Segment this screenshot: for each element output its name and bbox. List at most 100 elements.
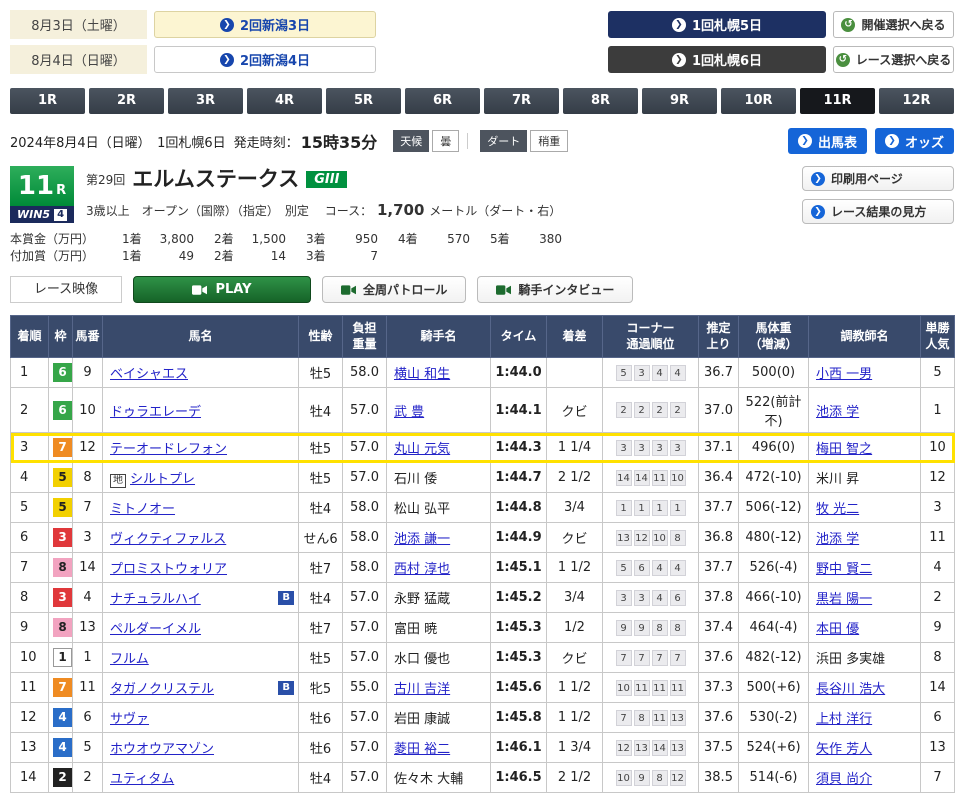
jockey-link[interactable]: 古川 吉洋	[394, 682, 450, 697]
corner-position: 14	[652, 740, 668, 756]
horse-name-link[interactable]: ヴィクティファルス	[110, 532, 226, 547]
jockey-link[interactable]: 西村 淳也	[394, 562, 450, 577]
race-tab-10r[interactable]: 10R	[721, 88, 796, 114]
jockey-cell: 池添 謙一	[387, 523, 491, 553]
corner-order: 9988	[603, 613, 699, 643]
margin: 1 1/2	[547, 673, 603, 703]
horse-name-link[interactable]: ミトノオー	[110, 502, 175, 517]
trainer-cell: 上村 洋行	[809, 703, 921, 733]
trainer-link[interactable]: 池添 学	[816, 532, 859, 547]
trainer-link[interactable]: 池添 学	[816, 405, 859, 420]
table-row: 9813ペルダーイメル牡757.0富田 暁1:45.31/2998837.446…	[11, 613, 955, 643]
finish-position: 10	[11, 643, 49, 673]
prize-value: 49	[148, 249, 194, 263]
meeting-link[interactable]: ❯1回札幌6日	[608, 46, 826, 73]
carried-weight: 57.0	[343, 388, 387, 433]
horse-name-link[interactable]: シルトプレ	[130, 472, 195, 487]
win-popularity: 6	[921, 703, 955, 733]
patrol-video-button[interactable]: 全周パトロール	[322, 276, 466, 303]
horse-name-link[interactable]: サヴァ	[110, 712, 149, 727]
odds-button[interactable]: ❯ オッズ	[875, 128, 954, 154]
trainer-link[interactable]: 矢作 芳人	[816, 742, 872, 757]
horse-name-link[interactable]: タガノクリステル	[110, 682, 214, 697]
horse-number: 4	[73, 583, 103, 613]
corner-position: 3	[652, 440, 668, 456]
play-button[interactable]: PLAY	[133, 276, 311, 303]
finish-position: 1	[11, 358, 49, 388]
race-tab-5r[interactable]: 5R	[326, 88, 401, 114]
local-horse-badge: 地	[110, 474, 126, 488]
race-tab-9r[interactable]: 9R	[642, 88, 717, 114]
return-icon: ↺	[841, 18, 855, 32]
race-tab-8r[interactable]: 8R	[563, 88, 638, 114]
last-3f: 37.4	[699, 613, 739, 643]
horse-name-link[interactable]: ドゥラエレーデ	[110, 405, 201, 420]
jockey-cell: 水口 優也	[387, 643, 491, 673]
margin: 1 1/2	[547, 703, 603, 733]
meeting-link[interactable]: ❯1回札幌5日	[608, 11, 826, 38]
race-tab-7r[interactable]: 7R	[484, 88, 559, 114]
horse-name-link[interactable]: ナチュラルハイ	[110, 592, 201, 607]
jockey-link[interactable]: 武 豊	[394, 405, 424, 420]
trainer-link[interactable]: 梅田 智之	[816, 442, 872, 457]
video-camera-icon	[192, 285, 207, 295]
jockey-link[interactable]: 丸山 元気	[394, 442, 450, 457]
last-3f: 36.8	[699, 523, 739, 553]
jockey-interview-button[interactable]: 騎手インタビュー	[477, 276, 633, 303]
horse-name-link[interactable]: ホウオウアマゾン	[110, 742, 214, 757]
trainer-link[interactable]: 上村 洋行	[816, 712, 872, 727]
trainer-link[interactable]: 牧 光二	[816, 502, 859, 517]
jockey-link[interactable]: 横山 和生	[394, 367, 450, 382]
horse-name-link[interactable]: テーオードレフォン	[110, 442, 227, 457]
jockey-link[interactable]: 池添 謙一	[394, 532, 450, 547]
column-header: 着順	[11, 316, 49, 358]
trainer-link[interactable]: 小西 一男	[816, 367, 872, 382]
race-video-label: レース映像	[10, 276, 122, 303]
carried-weight: 57.0	[343, 703, 387, 733]
waku-number: 5	[53, 498, 72, 517]
finish-position: 14	[11, 763, 49, 793]
arrow-icon: ❯	[220, 53, 234, 67]
trainer-link[interactable]: 黒岩 陽一	[816, 592, 872, 607]
corner-position: 8	[634, 710, 650, 726]
race-tab-1r[interactable]: 1R	[10, 88, 85, 114]
horse-name-link[interactable]: フルム	[110, 652, 149, 667]
race-tab-11r[interactable]: 11R	[800, 88, 875, 114]
race-tab-3r[interactable]: 3R	[168, 88, 243, 114]
trainer-cell: 矢作 芳人	[809, 733, 921, 763]
finish-position: 12	[11, 703, 49, 733]
win5-badge: WIN5 4	[10, 206, 74, 223]
trainer-link[interactable]: 須貝 尚介	[816, 772, 872, 787]
race-tab-12r[interactable]: 12R	[879, 88, 954, 114]
corner-position: 1	[616, 500, 632, 516]
finish-time: 1:44.8	[491, 493, 547, 523]
horse-name-cell: テーオードレフォン	[103, 433, 299, 463]
jockey-cell: 丸山 元気	[387, 433, 491, 463]
back-button[interactable]: ↺開催選択へ戻る	[833, 11, 954, 38]
race-tab-6r[interactable]: 6R	[405, 88, 480, 114]
horse-name-link[interactable]: ペルダーイメル	[110, 622, 201, 637]
jockey-interview-label: 騎手インタビュー	[518, 281, 614, 298]
carried-weight: 55.0	[343, 673, 387, 703]
waku-cell: 7	[49, 433, 73, 463]
results-guide-button[interactable]: ❯ レース結果の見方	[802, 199, 954, 224]
entries-button[interactable]: ❯ 出馬表	[788, 128, 867, 154]
horse-name-link[interactable]: ユティタム	[110, 772, 174, 787]
carried-weight: 58.0	[343, 493, 387, 523]
trainer-link[interactable]: 本田 優	[816, 622, 859, 637]
horse-name-link[interactable]: ベイシャエス	[110, 367, 188, 382]
jockey-link[interactable]: 菱田 裕二	[394, 742, 450, 757]
horse-name-link[interactable]: プロミストウォリア	[110, 562, 227, 577]
table-row: 834Bナチュラルハイ牡457.0永野 猛蔵1:45.23/4334637.84…	[11, 583, 955, 613]
race-tab-4r[interactable]: 4R	[247, 88, 322, 114]
trainer-link[interactable]: 野中 賢二	[816, 562, 872, 577]
race-tab-2r[interactable]: 2R	[89, 88, 164, 114]
date-label: 8月3日（土曜）	[10, 10, 147, 39]
print-page-button[interactable]: ❯ 印刷用ページ	[802, 166, 954, 191]
meeting-link[interactable]: ❯2回新潟3日	[154, 11, 376, 38]
carried-weight: 57.0	[343, 733, 387, 763]
trainer-link[interactable]: 長谷川 浩大	[816, 682, 885, 697]
meeting-link[interactable]: ❯2回新潟4日	[154, 46, 376, 73]
race-number: 11	[18, 166, 54, 206]
back-button[interactable]: ↺レース選択へ戻る	[833, 46, 954, 73]
